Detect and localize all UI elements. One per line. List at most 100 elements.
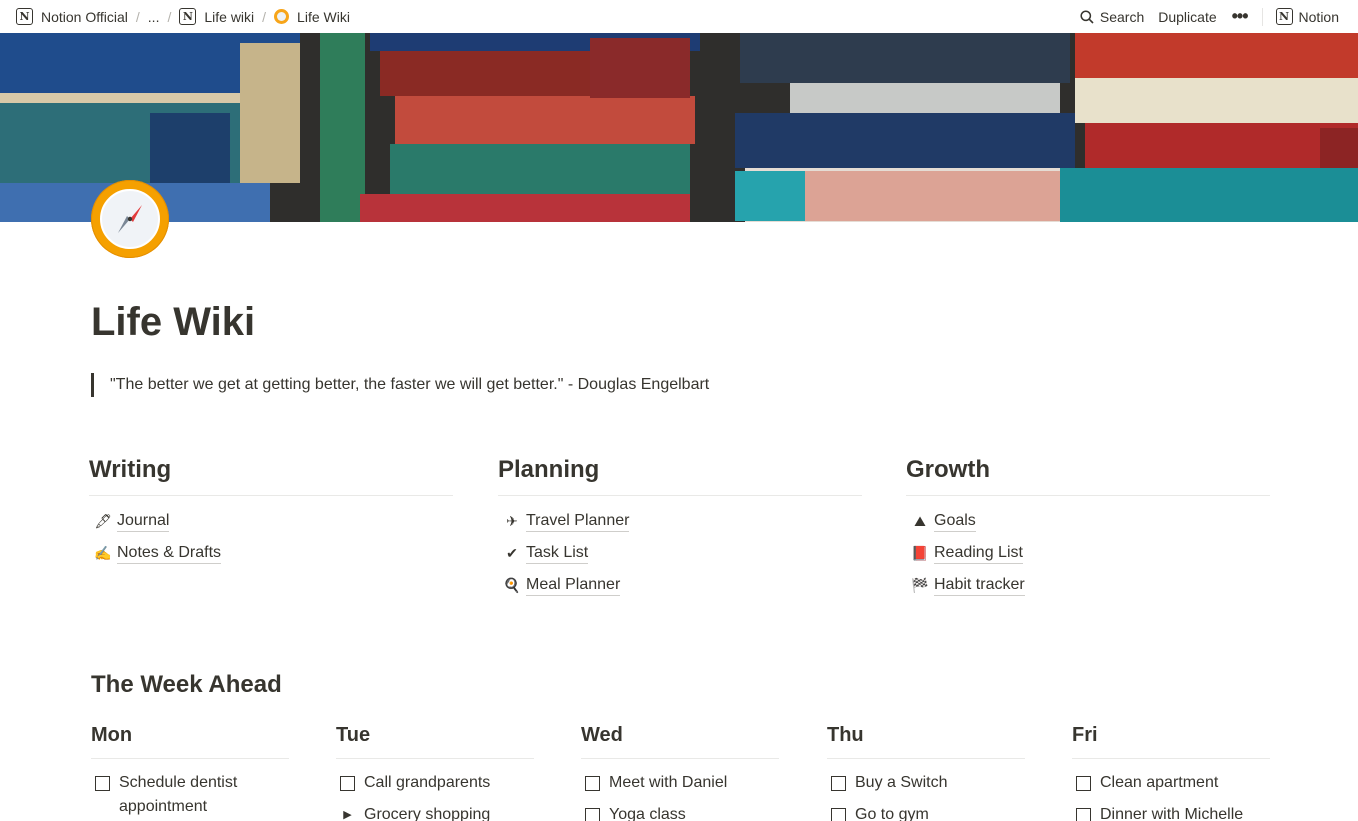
day-heading: Thu [827, 720, 1025, 759]
todo-item: Go to gym [827, 803, 1025, 821]
page-compass-icon[interactable] [91, 180, 169, 258]
toggle-triangle-icon[interactable]: ▶ [340, 803, 355, 821]
todo-checkbox[interactable] [1076, 776, 1091, 791]
todo-item: Clean apartment [1072, 771, 1270, 803]
section-writing: Writing 🖋 Journal ✍ Notes & Drafts [89, 454, 453, 569]
breadcrumb-ellipsis[interactable]: ... [144, 9, 164, 25]
todo-checkbox[interactable] [1076, 808, 1091, 821]
day-heading: Mon [91, 720, 289, 759]
writing-hand-icon: ✍ [94, 544, 112, 561]
breadcrumb-label: Life wiki [204, 8, 255, 25]
breadcrumb-separator: / [135, 8, 140, 25]
todo-label[interactable]: Meet with Daniel [609, 771, 727, 795]
search-label: Search [1099, 8, 1145, 25]
page-link-goals[interactable]: ⛰ Goals [906, 505, 1270, 537]
todo-checkbox[interactable] [340, 776, 355, 791]
day-heading: Tue [336, 720, 534, 759]
section-planning: Planning ✈ Travel Planner ✔ Task List 🍳 … [498, 454, 862, 601]
red-book-icon: 📕 [911, 544, 929, 561]
todo-label[interactable]: Dinner with Michelle [1100, 803, 1243, 821]
day-column-thu: Thu Buy a Switch Go to gym [827, 720, 1025, 821]
divider [1261, 7, 1263, 26]
page-link-travel-planner[interactable]: ✈ Travel Planner [498, 505, 862, 537]
toggle-item: ▶ Grocery shopping [336, 803, 534, 821]
compass-icon [274, 9, 290, 24]
todo-checkbox[interactable] [95, 776, 110, 791]
duplicate-label: Duplicate [1158, 8, 1217, 25]
breadcrumb: N Notion Official / ... / N Life wiki / … [12, 8, 354, 25]
notion-logo-icon: N [179, 8, 197, 25]
todo-label[interactable]: Clean apartment [1100, 771, 1218, 795]
page-link-label: Habit tracker [934, 575, 1025, 596]
section-heading: Growth [906, 454, 1270, 496]
page-link-meal-planner[interactable]: 🍳 Meal Planner [498, 569, 862, 601]
todo-item: Dinner with Michelle [1072, 803, 1270, 821]
notion-logo-icon: N [1275, 8, 1293, 25]
breadcrumb-life-wiki-parent[interactable]: N Life wiki [175, 8, 258, 25]
more-options-button[interactable]: ••• [1224, 6, 1256, 27]
notion-home-button[interactable]: N Notion [1269, 8, 1346, 25]
page-link-label: Meal Planner [526, 575, 621, 596]
page-link-label: Task List [526, 543, 589, 564]
search-button[interactable]: Search [1073, 9, 1151, 25]
day-column-wed: Wed Meet with Daniel Yoga class [581, 720, 779, 821]
page-link-journal[interactable]: 🖋 Journal [89, 505, 453, 537]
section-heading: Writing [89, 454, 453, 496]
day-column-tue: Tue Call grandparents ▶ Grocery shopping [336, 720, 534, 821]
search-icon [1080, 9, 1094, 24]
page-link-label: Journal [117, 511, 170, 532]
frying-pan-icon: 🍳 [503, 576, 521, 593]
todo-label[interactable]: Yoga class [609, 803, 686, 821]
day-heading: Fri [1072, 720, 1270, 759]
todo-label[interactable]: Go to gym [855, 803, 929, 821]
books-cover-illustration [0, 33, 1358, 222]
page-link-label: Notes & Drafts [117, 543, 222, 564]
breadcrumb-notion-official[interactable]: N Notion Official [12, 8, 132, 25]
quote-text: "The better we get at getting better, th… [110, 376, 710, 393]
duplicate-button[interactable]: Duplicate [1151, 9, 1223, 25]
todo-label[interactable]: Call grandparents [364, 771, 490, 795]
section-growth: Growth ⛰ Goals 📕 Reading List 🏁 Habit tr… [906, 454, 1270, 601]
more-icon: ••• [1231, 6, 1249, 26]
todo-item: Yoga class [581, 803, 779, 821]
todo-checkbox[interactable] [831, 808, 846, 821]
day-column-fri: Fri Clean apartment Dinner with Michelle [1072, 720, 1270, 821]
page-link-label: Goals [934, 511, 976, 532]
quote-block: "The better we get at getting better, th… [91, 373, 709, 397]
page-link-label: Reading List [934, 543, 1023, 564]
breadcrumb-label: Notion Official [41, 8, 128, 25]
breadcrumb-separator: / [262, 8, 267, 25]
checkered-flag-icon: 🏁 [911, 576, 929, 593]
day-column-mon: Mon Schedule dentist appointment [91, 720, 289, 819]
todo-item: Call grandparents [336, 771, 534, 803]
pen-icon: 🖋 [94, 512, 112, 529]
mountain-icon: ⛰ [914, 512, 926, 529]
todo-item: Buy a Switch [827, 771, 1025, 803]
day-heading: Wed [581, 720, 779, 759]
page-link-reading-list[interactable]: 📕 Reading List [906, 537, 1270, 569]
airplane-icon: ✈ [506, 512, 518, 529]
breadcrumb-separator: / [167, 8, 172, 25]
todo-checkbox[interactable] [585, 808, 600, 821]
page-link-notes-drafts[interactable]: ✍ Notes & Drafts [89, 537, 453, 569]
todo-checkbox[interactable] [831, 776, 846, 791]
compass-face [100, 189, 160, 249]
todo-checkbox[interactable] [585, 776, 600, 791]
todo-item: Schedule dentist appointment [91, 771, 289, 819]
breadcrumb-life-wiki[interactable]: Life Wiki [270, 9, 354, 25]
top-bar: N Notion Official / ... / N Life wiki / … [0, 0, 1358, 33]
page-title: Life Wiki [91, 300, 256, 344]
cover-image [0, 33, 1358, 222]
breadcrumb-label: ... [147, 8, 160, 25]
breadcrumb-label: Life Wiki [297, 8, 350, 25]
todo-label[interactable]: Buy a Switch [855, 771, 947, 795]
notion-label: Notion [1298, 8, 1339, 25]
notion-logo-icon: N [16, 8, 33, 25]
todo-label[interactable]: Schedule dentist appointment [119, 771, 259, 819]
page-link-habit-tracker[interactable]: 🏁 Habit tracker [906, 569, 1270, 601]
section-heading: Planning [498, 454, 862, 496]
week-ahead-heading: The Week Ahead [91, 671, 282, 698]
page-link-task-list[interactable]: ✔ Task List [498, 537, 862, 569]
toggle-label[interactable]: Grocery shopping [364, 803, 490, 821]
page-link-label: Travel Planner [526, 511, 630, 532]
